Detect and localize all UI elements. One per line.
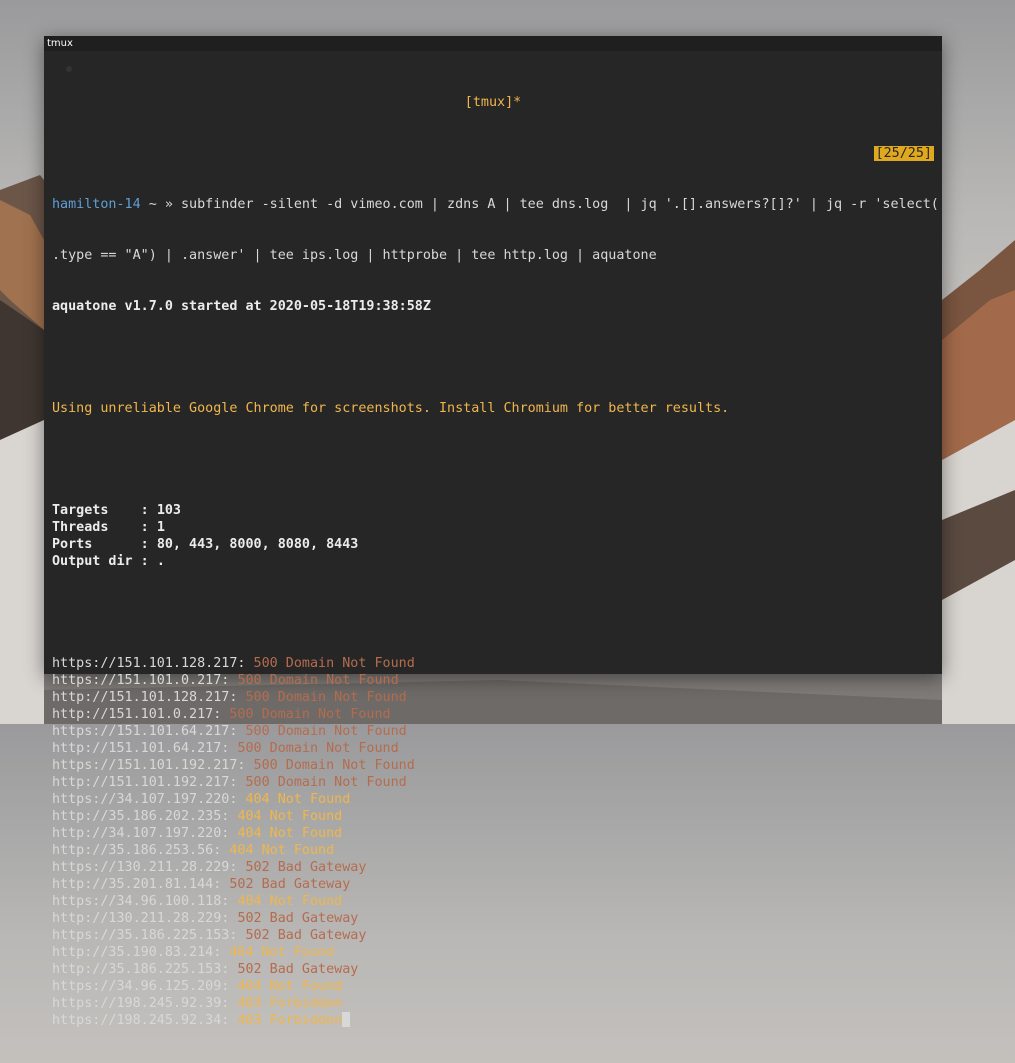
result-status: 502 Bad Gateway [245,860,367,875]
prompt-symbols: ~ » [140,197,181,212]
result-row: http://151.101.0.217: 500 Domain Not Fou… [52,706,934,723]
window-titlebar[interactable]: tmux [44,36,942,51]
config-value: . [156,554,165,569]
result-url: https://35.186.225.153: [52,928,246,943]
result-status: 404 Not Found [237,979,343,994]
result-status: 404 Not Found [229,945,335,960]
result-url: https://34.96.100.118: [52,894,238,909]
result-url: http://35.186.225.153: [52,962,238,977]
result-url: https://130.211.28.229: [52,860,246,875]
result-status: 403 Forbidden [237,1013,343,1028]
result-url: http://151.101.0.217: [52,707,230,722]
config-row: Targets : 103 [52,502,934,519]
config-row: Ports : 80, 443, 8000, 8080, 8443 [52,536,934,553]
config-block: Targets : 103 Threads : 1 Ports : 80, 443,… [52,502,934,570]
result-status: 500 Domain Not Found [237,673,399,688]
terminal-window[interactable]: tmux [tmux]* [25/25] hamilton-14 ~ » sub… [44,36,942,1028]
result-row: https://198.245.92.34: 403 Forbidden [52,1012,934,1029]
result-status: 502 Bad Gateway [237,962,359,977]
result-status: 500 Domain Not Found [253,758,415,773]
result-status: 500 Domain Not Found [253,656,415,671]
result-row: https://34.96.100.118: 404 Not Found [52,893,934,910]
pane-counter-badge: [25/25] [873,146,934,161]
result-row: http://130.211.28.229: 502 Bad Gateway [52,910,934,927]
result-row: https://151.101.128.217: 500 Domain Not … [52,655,934,672]
result-row: https://151.101.0.217: 500 Domain Not Fo… [52,672,934,689]
result-status: 404 Not Found [237,809,343,824]
result-row: http://151.101.128.217: 500 Domain Not F… [52,689,934,706]
result-url: http://151.101.128.217: [52,690,246,705]
result-row: https://34.107.197.220: 404 Not Found [52,791,934,808]
result-status: 500 Domain Not Found [245,690,407,705]
result-url: http://151.101.64.217: [52,741,238,756]
result-row: https://198.245.92.39: 403 Forbidden [52,995,934,1012]
command-line-1: hamilton-14 ~ » subfinder -silent -d vim… [52,196,939,213]
config-label: Ports : [52,537,157,552]
result-row: https://151.101.64.217: 500 Domain Not F… [52,723,934,740]
result-status: 500 Domain Not Found [229,707,391,722]
result-url: https://151.101.64.217: [52,724,246,739]
result-url: https://151.101.128.217: [52,656,254,671]
result-status: 502 Bad Gateway [229,877,351,892]
result-url: https://151.101.0.217: [52,673,238,688]
result-url: https://34.96.125.209: [52,979,238,994]
prompt-host: hamilton-14 [52,197,141,212]
aquatone-banner: aquatone v1.7.0 started at 2020-05-18T19… [52,299,431,314]
result-row: https://34.96.125.209: 404 Not Found [52,978,934,995]
result-row: https://35.186.225.153: 502 Bad Gateway [52,927,934,944]
tmux-pane-counter-row: [25/25] [52,145,934,162]
result-row: http://34.107.197.220: 404 Not Found [52,825,934,842]
result-row: https://151.101.192.217: 500 Domain Not … [52,757,934,774]
result-row: http://151.101.192.217: 500 Domain Not F… [52,774,934,791]
result-url: http://151.101.192.217: [52,775,246,790]
terminal-output[interactable]: [tmux]* [25/25] hamilton-14 ~ » subfinde… [52,60,939,1028]
result-status: 500 Domain Not Found [237,741,399,756]
result-url: https://34.107.197.220: [52,792,246,807]
result-url: http://35.186.253.56: [52,843,230,858]
result-row: http://35.186.202.235: 404 Not Found [52,808,934,825]
result-status: 403 Forbidden [237,996,343,1011]
window-title: tmux [47,38,73,49]
tmux-status-title: [tmux]* [464,95,522,110]
result-status: 502 Bad Gateway [245,928,367,943]
result-status: 502 Bad Gateway [237,911,359,926]
chrome-warning: Using unreliable Google Chrome for scree… [52,401,730,416]
config-label: Threads : [52,520,157,535]
result-status: 500 Domain Not Found [245,775,407,790]
result-status: 404 Not Found [245,792,351,807]
config-value: 103 [156,503,181,518]
result-row: http://151.101.64.217: 500 Domain Not Fo… [52,740,934,757]
config-row: Output dir : . [52,553,934,570]
result-url: https://151.101.192.217: [52,758,254,773]
config-value: 80, 443, 8000, 8080, 8443 [156,537,359,552]
config-row: Threads : 1 [52,519,934,536]
command-line-2: .type == "A") | .answer' | tee ips.log |… [52,248,657,263]
result-url: http://35.190.83.214: [52,945,230,960]
result-url: https://198.245.92.34: [52,1013,238,1028]
results-list: https://151.101.128.217: 500 Domain Not … [52,655,934,1029]
config-label: Output dir : [52,554,157,569]
terminal-cursor [342,1012,351,1027]
result-url: http://35.186.202.235: [52,809,238,824]
config-label: Targets : [52,503,157,518]
result-row: http://35.186.225.153: 502 Bad Gateway [52,961,934,978]
result-url: http://34.107.197.220: [52,826,238,841]
result-row: http://35.190.83.214: 404 Not Found [52,944,934,961]
command-text-1: subfinder -silent -d vimeo.com | zdns A … [181,197,939,212]
result-status: 404 Not Found [229,843,335,858]
result-url: http://35.201.81.144: [52,877,230,892]
result-status: 404 Not Found [237,826,343,841]
result-row: http://35.186.253.56: 404 Not Found [52,842,934,859]
result-url: http://130.211.28.229: [52,911,238,926]
result-status: 404 Not Found [237,894,343,909]
result-row: http://35.201.81.144: 502 Bad Gateway [52,876,934,893]
result-status: 500 Domain Not Found [245,724,407,739]
result-row: https://130.211.28.229: 502 Bad Gateway [52,859,934,876]
result-url: https://198.245.92.39: [52,996,238,1011]
config-value: 1 [156,520,165,535]
